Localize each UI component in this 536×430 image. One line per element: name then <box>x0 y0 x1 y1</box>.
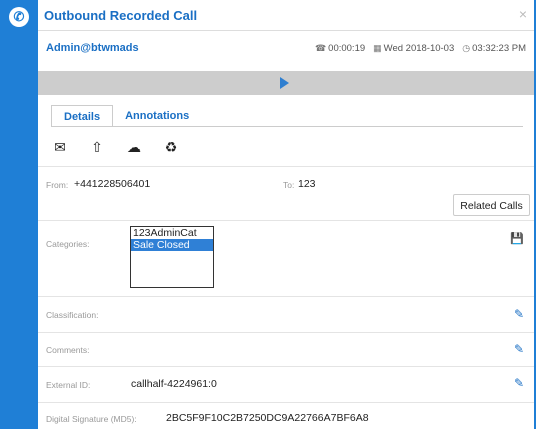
cloud-download-icon[interactable]: ☁ <box>126 139 142 156</box>
play-icon[interactable] <box>280 77 289 89</box>
call-meta: ☎ 00:00:19 ▦ Wed 2018-10-03 ◷ 03:32:23 PM <box>315 43 526 54</box>
recycle-icon[interactable]: ♻ <box>163 139 179 156</box>
categories-listbox[interactable]: 123AdminCat Sale Closed <box>130 226 214 288</box>
call-date: Wed 2018-10-03 <box>383 43 455 54</box>
action-icons: ✉ ⇧ ☁ ♻ <box>52 139 179 156</box>
phone-icon: ☎ <box>314 43 327 53</box>
signature-value: 2BC5F9F10C2B7250DC9A22766A7BF6A8 <box>166 412 369 424</box>
external-id-value: callhalf-4224961:0 <box>131 378 217 390</box>
save-icon[interactable]: 💾 <box>510 232 524 245</box>
classification-row: Classification: ✎ <box>38 296 534 333</box>
left-rail: ✆ <box>0 0 38 429</box>
comments-row: Comments: ✎ <box>38 332 534 367</box>
signature-row: Digital Signature (MD5): 2BC5F9F10C2B725… <box>38 402 534 430</box>
phone-logo-icon: ✆ <box>9 7 29 27</box>
category-option-selected[interactable]: Sale Closed <box>131 239 213 251</box>
tab-bar: Details Annotations <box>51 105 201 127</box>
classification-label: Classification: <box>46 310 99 320</box>
upload-icon[interactable]: ⇧ <box>89 139 105 156</box>
envelope-icon[interactable]: ✉ <box>52 139 68 156</box>
calendar-icon: ▦ <box>373 43 382 53</box>
from-label: From: <box>46 180 69 190</box>
player-bar[interactable] <box>38 71 534 95</box>
tab-annotations[interactable]: Annotations <box>113 105 201 127</box>
close-icon[interactable]: × <box>519 6 527 22</box>
external-id-label: External ID: <box>46 380 91 390</box>
user-name: Admin@btwmads <box>46 42 139 54</box>
related-calls-button[interactable]: Related Calls <box>453 194 530 216</box>
signature-label: Digital Signature (MD5): <box>46 414 137 424</box>
call-detail-panel: Outbound Recorded Call × Admin@btwmads ☎… <box>38 0 536 429</box>
clock-icon: ◷ <box>462 43 471 53</box>
external-id-row: External ID: callhalf-4224961:0 ✎ <box>38 366 534 403</box>
call-time: 03:32:23 PM <box>472 43 526 54</box>
tab-details[interactable]: Details <box>51 105 114 127</box>
from-value: +441228506401 <box>74 178 151 190</box>
edit-external-id-icon[interactable]: ✎ <box>514 376 524 390</box>
tab-divider <box>51 126 523 127</box>
category-option[interactable]: 123AdminCat <box>131 227 213 239</box>
categories-label: Categories: <box>46 239 90 249</box>
edit-classification-icon[interactable]: ✎ <box>514 307 524 321</box>
to-label: To: <box>283 180 295 190</box>
edit-comments-icon[interactable]: ✎ <box>514 342 524 356</box>
user-bar: Admin@btwmads ☎ 00:00:19 ▦ Wed 2018-10-03 … <box>38 31 534 67</box>
title-bar: Outbound Recorded Call × <box>38 0 534 31</box>
comments-label: Comments: <box>46 345 90 355</box>
window-title: Outbound Recorded Call <box>44 8 198 23</box>
categories-row: Categories: <box>38 220 534 297</box>
duration: 00:00:19 <box>328 43 366 54</box>
to-value: 123 <box>298 178 316 190</box>
